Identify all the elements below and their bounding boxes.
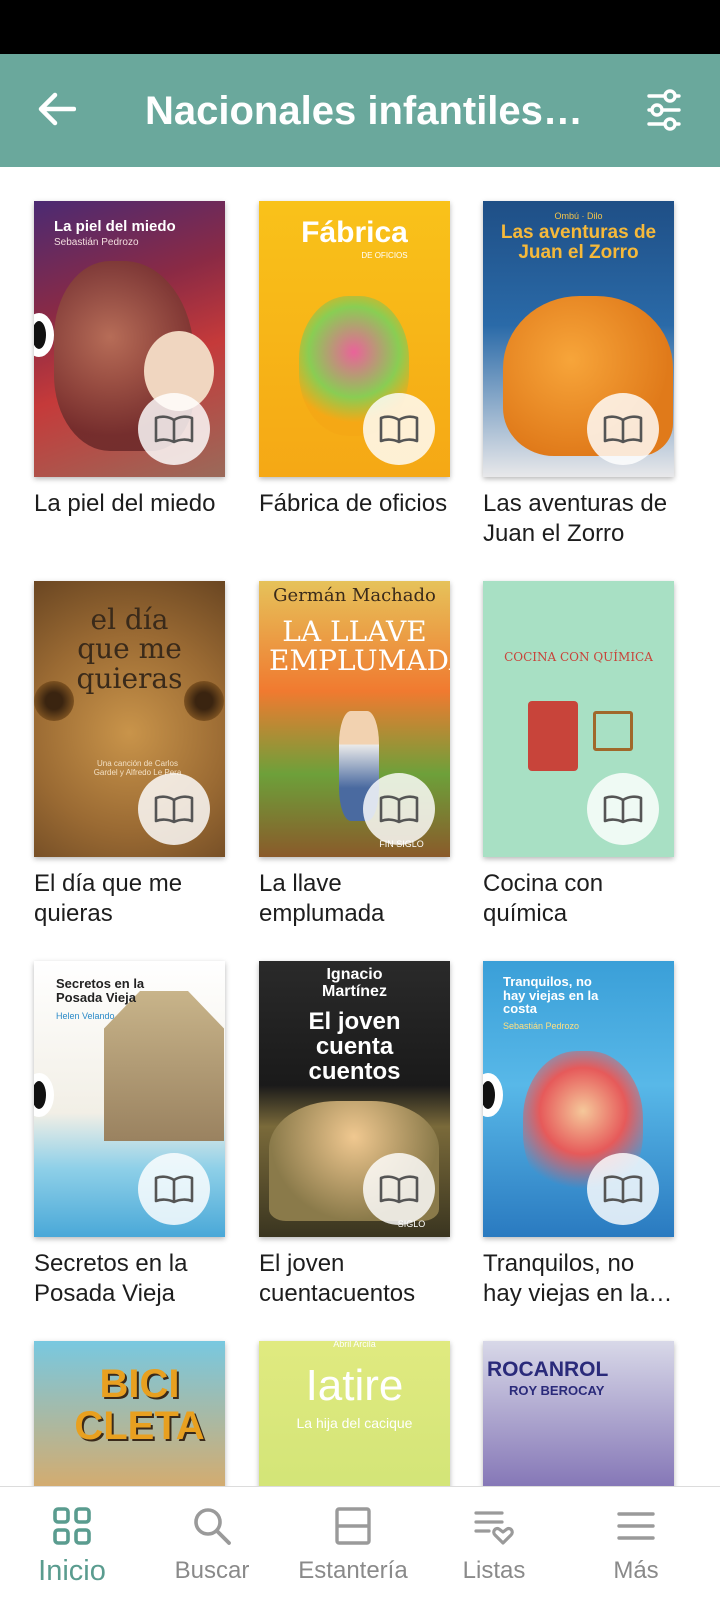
list-heart-icon	[471, 1503, 517, 1549]
book-card[interactable]: el día que me quieras Una canción de Car…	[34, 581, 230, 929]
book-title: Cocina con química	[483, 870, 604, 927]
cover-author: Germán Machado	[273, 585, 436, 606]
cover-title: COCINA CON QUÍMICA	[504, 650, 653, 664]
filter-button[interactable]	[636, 82, 692, 138]
read-button[interactable]	[587, 773, 659, 845]
read-button[interactable]	[138, 773, 210, 845]
nav-item-estanteria[interactable]: Estantería	[281, 1487, 425, 1600]
book-card[interactable]: BICI CLETA	[34, 1341, 230, 1486]
open-book-icon	[603, 415, 643, 444]
book-card[interactable]: Ombú · Dilo Las aventuras de Juan el Zor…	[483, 201, 679, 549]
book-cover[interactable]: La piel del miedo Sebastián Pedrozo	[34, 201, 225, 477]
book-cover[interactable]: Fábrica DE OFICIOS	[259, 201, 450, 477]
book-card[interactable]: Secretos en la Posada Vieja Helen Veland…	[34, 961, 230, 1309]
cover-author: Sebastián Pedrozo	[503, 1021, 580, 1031]
bottom-nav: Inicio Buscar Estantería Listas Más	[0, 1486, 720, 1600]
book-title: El día que me quieras	[34, 870, 183, 927]
open-book-icon	[603, 795, 643, 824]
cover-title: BICI CLETA	[74, 1362, 205, 1448]
cover-subtitle: DE OFICIOS	[361, 251, 408, 260]
open-book-icon	[154, 415, 194, 444]
book-cover[interactable]: Ignacio Martínez El joven cuenta cuentos…	[259, 961, 450, 1237]
cover-title: Las aventuras de Juan el Zorro	[500, 222, 657, 263]
book-grid: La piel del miedo Sebastián Pedrozo La p…	[0, 167, 720, 1486]
nav-item-buscar[interactable]: Buscar	[140, 1487, 284, 1600]
nav-label: Listas	[462, 1557, 526, 1584]
book-title: Secretos en la Posada Vieja	[34, 1250, 188, 1307]
book-card[interactable]: Tranquilos, no hay viejas en la costa Se…	[483, 961, 679, 1309]
book-cover[interactable]: Tranquilos, no hay viejas en la costa Se…	[483, 961, 674, 1237]
cover-author: Ignacio Martínez	[322, 966, 387, 1000]
read-button[interactable]	[138, 393, 210, 465]
read-button[interactable]	[363, 393, 435, 465]
read-button[interactable]	[363, 773, 435, 845]
book-title: Tranquilos, no hay viejas en la…	[483, 1250, 673, 1307]
cover-title: La piel del miedo	[54, 218, 176, 235]
shelf-icon	[330, 1503, 376, 1549]
cover-subtitle: La hija del cacique	[296, 1415, 413, 1431]
grid-icon	[49, 1503, 95, 1549]
cover-author: ROY BEROCAY	[509, 1383, 605, 1398]
cover-top: Abril Arcila	[333, 1341, 376, 1349]
read-button[interactable]	[363, 1153, 435, 1225]
book-cover[interactable]: ROCANROL ROY BEROCAY	[483, 1341, 674, 1486]
cover-top: Ombú · Dilo	[554, 211, 603, 221]
book-card[interactable]: Germán Machado LA LLAVE EMPLUMADA FIN SI…	[259, 581, 455, 929]
book-card[interactable]: Abril Arcila Iatire La hija del cacique	[259, 1341, 455, 1486]
page-title: Nacionales infantiles…	[145, 89, 583, 133]
book-card[interactable]: Ignacio Martínez El joven cuenta cuentos…	[259, 961, 455, 1309]
book-cover[interactable]: Ombú · Dilo Las aventuras de Juan el Zor…	[483, 201, 674, 477]
book-card[interactable]: COCINA CON QUÍMICA Cocina con química	[483, 581, 679, 929]
nav-label: Más	[613, 1557, 659, 1584]
sliders-icon	[647, 89, 681, 131]
app-bar: Nacionales infantiles…	[0, 54, 720, 167]
book-cover[interactable]: Germán Machado LA LLAVE EMPLUMADA FIN SI…	[259, 581, 450, 857]
cover-title: el día que me quieras	[76, 603, 183, 695]
cover-title: ROCANROL	[487, 1358, 609, 1381]
cover-title: LA LLAVE EMPLUMADA	[269, 615, 450, 678]
arrow-left-icon	[38, 92, 76, 126]
book-card[interactable]: La piel del miedo Sebastián Pedrozo La p…	[34, 201, 230, 519]
book-cover[interactable]: Secretos en la Posada Vieja Helen Veland…	[34, 961, 225, 1237]
cover-title: Tranquilos, no hay viejas en la costa	[503, 974, 599, 1017]
book-card[interactable]: ROCANROL ROY BEROCAY	[483, 1341, 679, 1486]
book-title: El joven cuentacuentos	[259, 1250, 416, 1307]
nav-item-mas[interactable]: Más	[564, 1487, 708, 1600]
book-cover[interactable]: el día que me quieras Una canción de Car…	[34, 581, 225, 857]
nav-label: Estantería	[298, 1557, 408, 1584]
nav-item-listas[interactable]: Listas	[422, 1487, 566, 1600]
open-book-icon	[379, 415, 419, 444]
book-cover[interactable]: COCINA CON QUÍMICA	[483, 581, 674, 857]
book-title: Fábrica de oficios	[259, 490, 448, 517]
open-book-icon	[379, 1175, 419, 1204]
cover-author: Sebastián Pedrozo	[54, 237, 139, 248]
menu-icon	[613, 1503, 659, 1549]
back-button[interactable]	[30, 82, 84, 136]
open-book-icon	[379, 795, 419, 824]
nav-item-inicio[interactable]: Inicio	[0, 1487, 144, 1600]
cover-title: El joven cuenta cuentos	[308, 1008, 401, 1086]
nav-label: Inicio	[38, 1555, 106, 1587]
book-cover[interactable]: Abril Arcila Iatire La hija del cacique	[259, 1341, 450, 1486]
open-book-icon	[154, 1175, 194, 1204]
search-icon	[189, 1503, 235, 1549]
cover-title: Fábrica	[301, 216, 408, 249]
nav-label: Buscar	[174, 1557, 250, 1584]
book-card[interactable]: Fábrica DE OFICIOS Fábrica de oficios	[259, 201, 455, 519]
open-book-icon	[603, 1175, 643, 1204]
book-title: La llave emplumada	[259, 870, 385, 927]
book-title: Las aventuras de Juan el Zorro	[483, 490, 668, 547]
cover-author: Helen Velando	[56, 1011, 115, 1021]
book-cover[interactable]: BICI CLETA	[34, 1341, 225, 1486]
read-button[interactable]	[587, 1153, 659, 1225]
cover-title: Iatire	[305, 1361, 404, 1410]
status-bar	[0, 0, 720, 54]
read-button[interactable]	[587, 393, 659, 465]
read-button[interactable]	[138, 1153, 210, 1225]
open-book-icon	[154, 795, 194, 824]
cover-title: Secretos en la Posada Vieja	[56, 976, 145, 1005]
book-title: La piel del miedo	[34, 490, 216, 517]
